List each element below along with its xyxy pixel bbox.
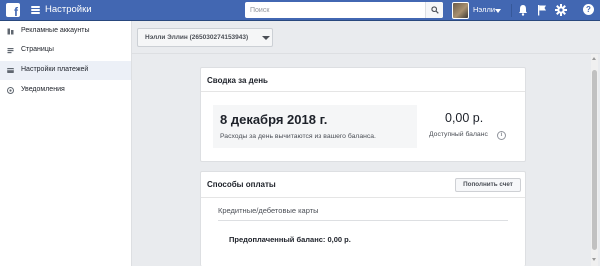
user-name[interactable]: Нэлли [473, 5, 495, 14]
scroll-thumb[interactable] [592, 70, 597, 250]
logo-letter: f [14, 5, 18, 19]
sidebar-item-notifications[interactable]: Уведомления [0, 81, 131, 100]
daily-summary-card: Сводка за день 8 декабря 2018 г. Расходы… [200, 67, 526, 162]
sidebar-item-pages[interactable]: Страницы [0, 41, 131, 60]
prepaid-balance: Предоплаченный баланс: 0,00 р. [229, 235, 351, 244]
toolbar-divider [511, 4, 512, 17]
balance-label: Доступный баланс [429, 131, 488, 138]
pages-icon [7, 48, 14, 54]
facebook-logo[interactable]: f [6, 3, 20, 19]
card-title: Сводка за день [207, 76, 268, 85]
chevron-down-icon [262, 36, 270, 40]
notifications-icon [7, 87, 14, 94]
sidebar-item-payments[interactable]: Настройки платежей [0, 61, 131, 80]
avatar[interactable] [452, 2, 469, 19]
menu-icon[interactable] [31, 6, 40, 14]
payments-icon [7, 68, 14, 73]
summary-note: Расходы за день вычитаются из вашего бал… [220, 133, 376, 140]
gear-icon[interactable] [555, 4, 567, 16]
flag-icon[interactable] [537, 4, 547, 16]
sidebar-item-label: Настройки платежей [21, 66, 89, 73]
balance-value: 0,00 р. [445, 111, 484, 125]
scroll-up-arrow-icon[interactable] [592, 57, 596, 60]
app-title: Настройки [45, 4, 92, 15]
sidebar: Рекламные аккаунты Страницы Настройки пл… [0, 21, 132, 266]
sidebar-item-label: Страницы [21, 46, 54, 53]
ad-accounts-icon [7, 28, 14, 35]
sidebar-item-label: Рекламные аккаунты [21, 27, 90, 34]
summary-date-box: 8 декабря 2018 г. Расходы за день вычита… [213, 105, 417, 148]
scroll-down-arrow-icon[interactable] [592, 258, 596, 261]
main-divider [132, 53, 600, 54]
card-header: Способы оплаты Пополнить счет [201, 172, 525, 198]
top-navigation-bar: f Настройки Нэлли ? [0, 0, 600, 21]
scrollbar[interactable] [591, 54, 598, 266]
search-icon [431, 6, 439, 14]
search-button[interactable] [425, 2, 443, 18]
account-selector-label: Нэлли Эллин (265030274153943) [145, 34, 249, 41]
payment-methods-card: Способы оплаты Пополнить счет Кредитные/… [200, 171, 526, 266]
search-input[interactable] [245, 2, 425, 18]
sidebar-item-label: Уведомления [21, 86, 65, 93]
card-title: Способы оплаты [207, 180, 276, 189]
bell-icon[interactable] [518, 4, 528, 16]
account-selector[interactable]: Нэлли Эллин (265030274153943) [137, 28, 273, 47]
summary-date: 8 декабря 2018 г. [220, 112, 328, 127]
search-box [245, 2, 443, 18]
divider [218, 220, 508, 221]
cards-heading: Кредитные/дебетовые карты [218, 206, 319, 215]
chevron-down-icon[interactable] [495, 9, 501, 13]
top-up-button[interactable]: Пополнить счет [455, 178, 521, 192]
card-header: Сводка за день [201, 68, 525, 92]
info-icon[interactable]: i [497, 131, 506, 140]
user-menu[interactable]: Нэлли [452, 2, 508, 19]
help-icon[interactable]: ? [583, 4, 594, 15]
sidebar-item-ad-accounts[interactable]: Рекламные аккаунты [0, 22, 131, 41]
